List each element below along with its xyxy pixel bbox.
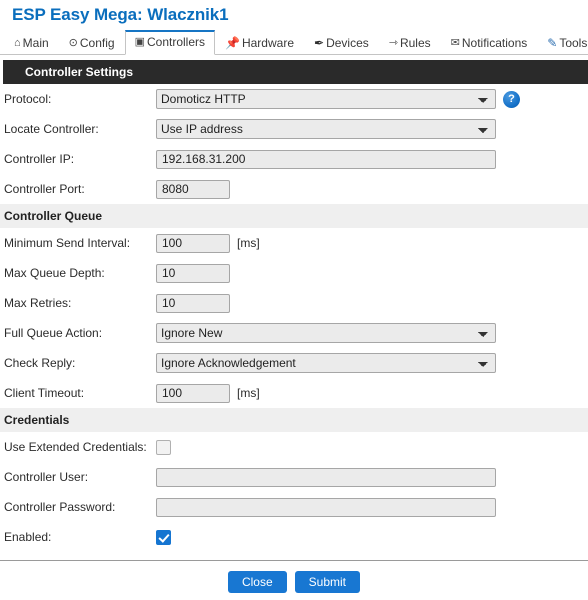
protocol-label: Protocol: <box>4 92 52 106</box>
submit-button[interactable]: Submit <box>294 571 361 593</box>
tab-label: Devices <box>326 36 369 50</box>
row-max-retries: Max Retries: <box>0 288 588 318</box>
tab-label: Main <box>22 36 49 50</box>
client-timeout-input[interactable] <box>156 383 230 403</box>
tab-hardware[interactable]: 📌 Hardware <box>215 31 304 55</box>
plug-icon: ✒ <box>314 36 325 50</box>
tab-label: Notifications <box>461 36 528 50</box>
footer-button-bar: Close Submit <box>0 561 588 593</box>
tab-label: Controllers <box>146 35 206 49</box>
use-extended-credentials-checkbox[interactable] <box>156 439 171 455</box>
row-use-extended-credentials: Use Extended Credentials: <box>0 432 588 462</box>
tab-label: Rules <box>399 36 431 50</box>
full-queue-action-select[interactable]: Ignore New <box>156 323 496 343</box>
section-header-credentials: Credentials <box>0 408 588 432</box>
row-enabled: Enabled: <box>0 522 588 552</box>
check-reply-label: Check Reply: <box>4 356 76 370</box>
controller-port-label: Controller Port: <box>4 182 85 196</box>
row-minimum-send-interval: Minimum Send Interval: [ms] <box>0 228 588 258</box>
pencil-icon: ✎ <box>547 36 558 50</box>
minimum-send-interval-label: Minimum Send Interval: <box>4 236 131 250</box>
row-controller-password: Controller Password: <box>0 492 588 522</box>
controller-ip-label: Controller IP: <box>4 152 75 166</box>
use-extended-credentials-label: Use Extended Credentials: <box>4 440 147 454</box>
row-controller-user: Controller User: <box>0 462 588 492</box>
max-queue-depth-label: Max Queue Depth: <box>4 266 105 280</box>
speech-bubble-icon: ▣ <box>134 35 145 48</box>
home-icon: ⌂ <box>14 36 21 49</box>
enabled-label: Enabled: <box>4 530 52 544</box>
enabled-checkbox[interactable] <box>156 529 171 545</box>
controller-port-input[interactable] <box>156 179 230 199</box>
arrow-icon: ⇾ <box>388 36 398 49</box>
tab-label: Config <box>79 36 115 50</box>
minimum-send-interval-unit: [ms] <box>237 236 260 250</box>
controller-password-input[interactable] <box>156 497 496 517</box>
tab-devices[interactable]: ✒ Devices <box>304 31 379 55</box>
gear-icon: ⊙ <box>68 36 78 49</box>
tab-main[interactable]: ⌂ Main <box>4 31 59 55</box>
tab-label: Hardware <box>241 36 294 50</box>
tab-rules[interactable]: ⇾ Rules <box>379 31 441 55</box>
section-header-controller-settings: Controller Settings <box>3 60 588 84</box>
tab-bar: ⌂ Main ⊙ Config ▣ Controllers 📌 Hardware… <box>0 29 588 55</box>
full-queue-action-label: Full Queue Action: <box>4 326 103 340</box>
row-check-reply: Check Reply: Ignore Acknowledgement <box>0 348 588 378</box>
check-reply-select[interactable]: Ignore Acknowledgement <box>156 353 496 373</box>
locate-controller-select[interactable]: Use IP address <box>156 119 496 139</box>
page-title: ESP Easy Mega: Wlacznik1 <box>12 5 229 24</box>
row-client-timeout: Client Timeout: [ms] <box>0 378 588 408</box>
max-queue-depth-input[interactable] <box>156 263 230 283</box>
envelope-icon: ✉ <box>450 36 460 49</box>
controller-user-label: Controller User: <box>4 470 89 484</box>
minimum-send-interval-input[interactable] <box>156 233 230 253</box>
help-icon[interactable]: ? <box>503 90 520 108</box>
pushpin-icon: 📌 <box>225 36 240 50</box>
controller-ip-input[interactable] <box>156 149 496 169</box>
tab-tools[interactable]: ✎ Tools <box>537 31 588 55</box>
row-max-queue-depth: Max Queue Depth: <box>0 258 588 288</box>
section-header-controller-queue: Controller Queue <box>0 204 588 228</box>
controller-user-input[interactable] <box>156 467 496 487</box>
controller-password-label: Controller Password: <box>4 500 116 514</box>
row-protocol: Protocol: Domoticz HTTP ? <box>0 84 588 114</box>
row-controller-port: Controller Port: <box>0 174 588 204</box>
max-retries-input[interactable] <box>156 293 230 313</box>
tab-label: Tools <box>559 36 588 50</box>
tab-controllers[interactable]: ▣ Controllers <box>124 30 216 55</box>
locate-controller-label: Locate Controller: <box>4 122 99 136</box>
protocol-select[interactable]: Domoticz HTTP <box>156 89 496 109</box>
tab-notifications[interactable]: ✉ Notifications <box>441 31 538 55</box>
client-timeout-label: Client Timeout: <box>4 386 85 400</box>
row-full-queue-action: Full Queue Action: Ignore New <box>0 318 588 348</box>
client-timeout-unit: [ms] <box>237 386 260 400</box>
row-locate-controller: Locate Controller: Use IP address <box>0 114 588 144</box>
tab-config[interactable]: ⊙ Config <box>59 31 125 55</box>
row-controller-ip: Controller IP: <box>0 144 588 174</box>
close-button[interactable]: Close <box>227 571 287 593</box>
max-retries-label: Max Retries: <box>4 296 72 310</box>
